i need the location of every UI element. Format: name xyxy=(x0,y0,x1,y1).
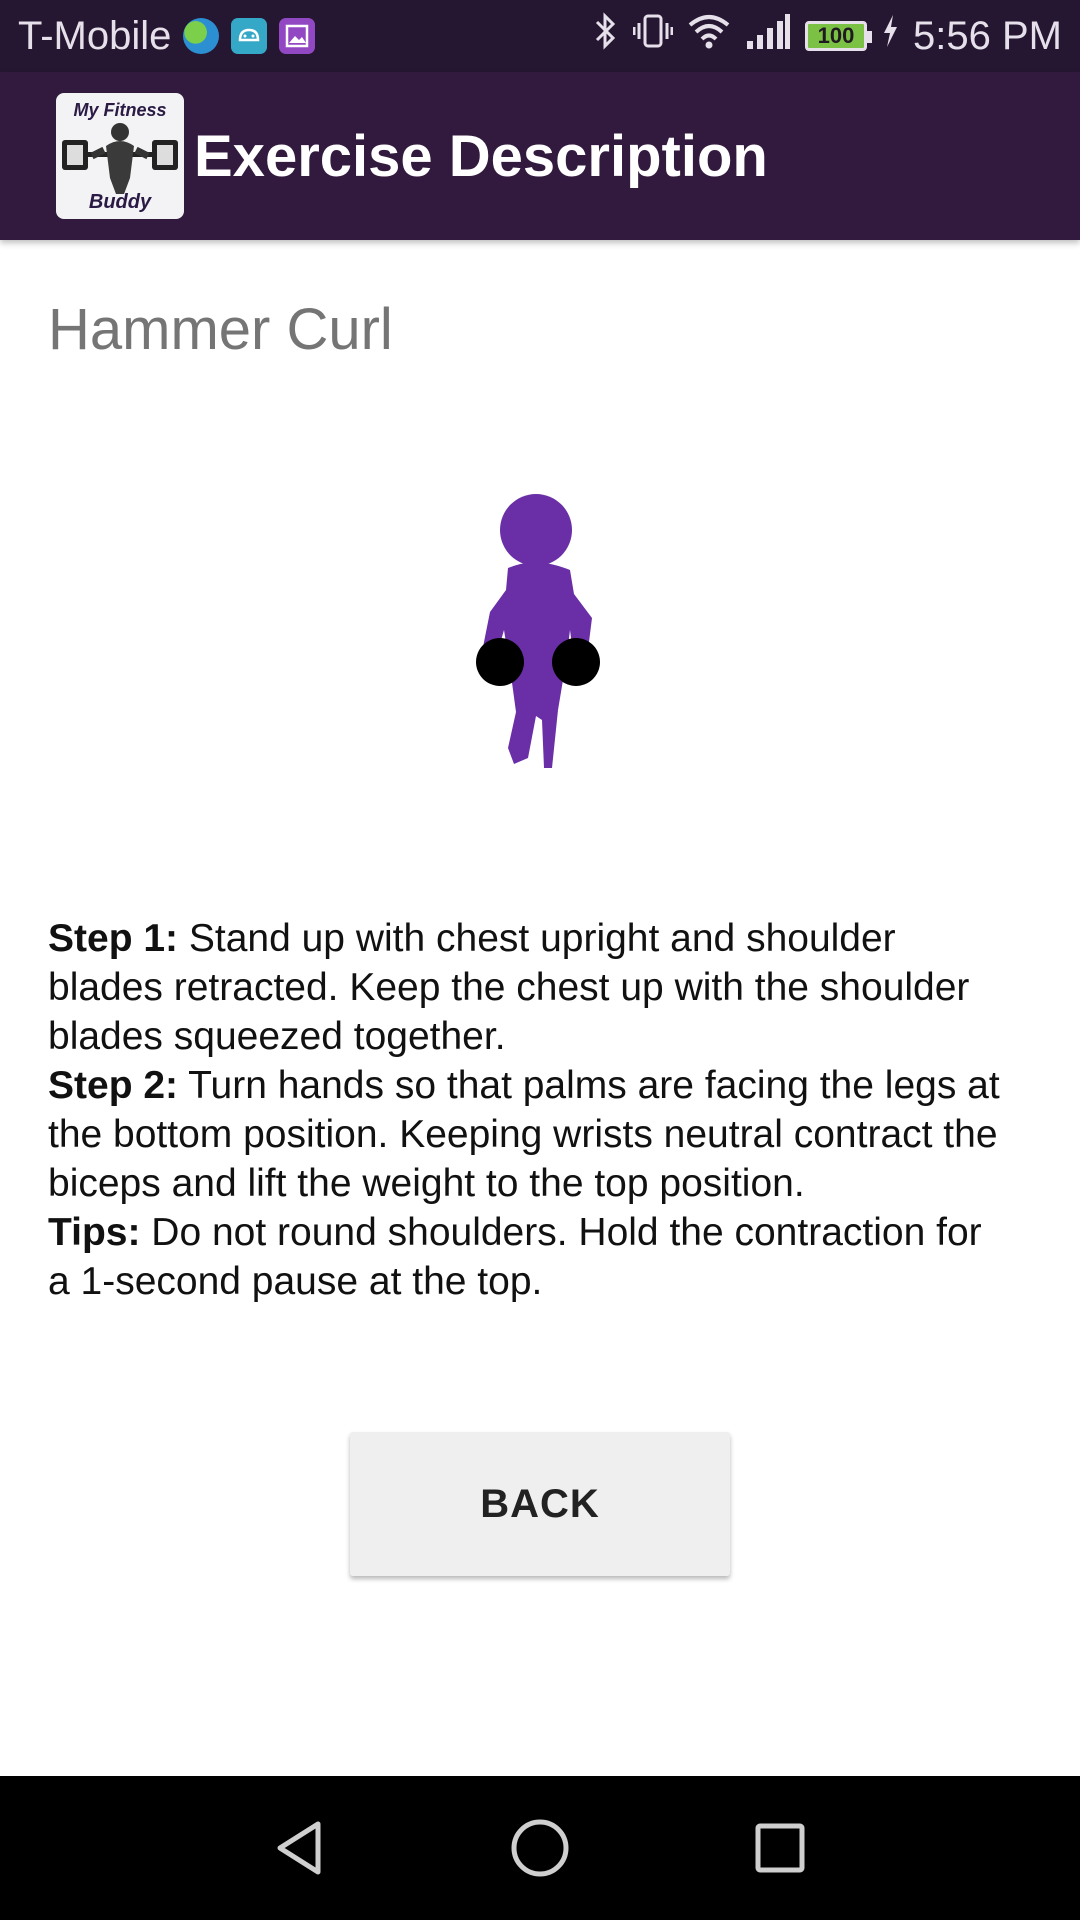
logo-text-top: My Fitness xyxy=(73,100,166,120)
android-icon xyxy=(231,18,268,54)
screen: T-Mobile 100 5:56 PM My Fitness Buddy Ex… xyxy=(0,0,1080,1920)
battery-icon: 100 xyxy=(805,21,873,51)
back-nav-icon[interactable] xyxy=(265,1813,335,1883)
back-button[interactable]: BACK xyxy=(350,1432,730,1576)
exercise-illustration xyxy=(470,490,610,790)
exercise-description: Step 1: Stand up with chest upright and … xyxy=(48,914,1008,1306)
status-right: 100 5:56 PM xyxy=(593,11,1062,61)
app-bar: My Fitness Buddy Exercise Description xyxy=(0,72,1080,240)
battery-level: 100 xyxy=(817,23,855,48)
app-logo: My Fitness Buddy xyxy=(56,93,184,219)
status-bar: T-Mobile 100 5:56 PM xyxy=(0,0,1080,72)
gallery-icon xyxy=(279,18,316,54)
step-2-label: Step 2: xyxy=(48,1064,179,1107)
bluetooth-icon xyxy=(593,11,619,61)
wifi-icon xyxy=(687,11,731,61)
tips: Tips: Do not round shoulders. Hold the c… xyxy=(48,1208,1008,1306)
navigation-bar xyxy=(0,1776,1080,1920)
tips-label: Tips: xyxy=(48,1211,141,1254)
step-1-text: Stand up with chest upright and shoulder… xyxy=(48,917,970,1058)
charging-icon xyxy=(881,11,899,61)
signal-icon xyxy=(745,11,791,61)
step-1: Step 1: Stand up with chest upright and … xyxy=(48,914,1008,1061)
globe-icon xyxy=(183,18,220,54)
vibrate-icon xyxy=(632,11,674,61)
step-2-text: Turn hands so that palms are facing the … xyxy=(48,1064,1000,1205)
exercise-title: Hammer Curl xyxy=(48,297,393,362)
step-1-label: Step 1: xyxy=(48,917,179,960)
logo-text-bottom: Buddy xyxy=(89,191,152,213)
clock: 5:56 PM xyxy=(913,13,1062,58)
app-title: Exercise Description xyxy=(194,123,768,189)
status-left: T-Mobile xyxy=(18,13,316,59)
step-2: Step 2: Turn hands so that palms are fac… xyxy=(48,1061,1008,1208)
tips-text: Do not round shoulders. Hold the contrac… xyxy=(48,1211,982,1303)
carrier-label: T-Mobile xyxy=(18,13,172,58)
home-nav-icon[interactable] xyxy=(505,1813,575,1883)
recents-nav-icon[interactable] xyxy=(745,1813,815,1883)
